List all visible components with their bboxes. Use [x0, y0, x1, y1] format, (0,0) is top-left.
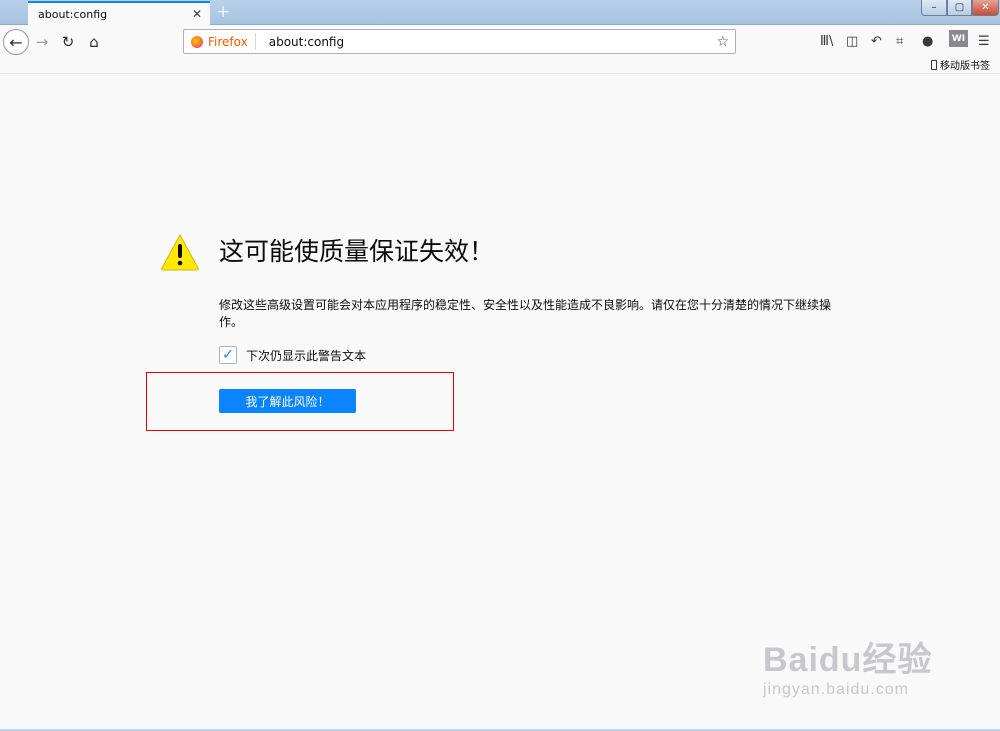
menu-icon[interactable]: ☰: [978, 34, 990, 49]
maximize-icon: ▢: [954, 2, 965, 13]
tab-close-icon[interactable]: ✕: [192, 7, 202, 21]
mobile-bookmarks-label: 移动版书签: [940, 61, 990, 72]
identity-label: Firefox: [208, 34, 248, 49]
chat-icon[interactable]: ●: [922, 34, 933, 49]
firefox-logo-icon: [191, 35, 203, 48]
watermark: Baidu经验 jingyan.baidu.com: [763, 632, 932, 699]
minimize-button[interactable]: –: [921, 0, 947, 16]
library-icon[interactable]: Ⅲ\: [820, 34, 833, 49]
sidebar-icon[interactable]: ◫: [846, 34, 858, 49]
page-title: 这可能使质量保证失效！: [219, 237, 495, 266]
show-warning-checkbox[interactable]: ✓: [219, 346, 237, 364]
watermark-url: jingyan.baidu.com: [763, 681, 909, 698]
toolbar-divider: [0, 73, 1000, 74]
mobile-phone-icon: [931, 59, 937, 70]
home-button[interactable]: ⌂: [84, 31, 104, 53]
minimize-icon: –: [931, 2, 937, 13]
crop-icon[interactable]: ⌗: [896, 34, 903, 49]
tab-title: about:config: [38, 8, 108, 21]
maximize-button[interactable]: ▢: [947, 0, 972, 16]
accept-risk-button[interactable]: 我了解此风险！: [219, 389, 356, 413]
close-icon: ✕: [981, 2, 990, 13]
title-bar: about:config ✕ + – ▢ ✕: [0, 0, 1000, 26]
url-input[interactable]: about:config: [256, 35, 717, 49]
reload-button[interactable]: ↻: [58, 31, 78, 53]
warning-description: 修改这些高级设置可能会对本应用程序的稳定性、安全性以及性能造成不良影响。请仅在您…: [219, 298, 832, 329]
forward-button[interactable]: →: [33, 31, 51, 53]
watermark-brand: Baidu经验: [763, 641, 933, 679]
show-warning-label: 下次仍显示此警告文本: [246, 349, 367, 363]
warning-icon: [161, 233, 199, 271]
bookmark-star-icon[interactable]: ☆: [716, 34, 735, 50]
back-button[interactable]: ←: [3, 29, 29, 55]
new-tab-icon[interactable]: +: [216, 2, 230, 22]
mobile-bookmarks[interactable]: 移动版书签: [931, 57, 990, 72]
identity-box[interactable]: Firefox: [184, 33, 256, 50]
wiki-extension-icon[interactable]: WI: [949, 30, 968, 47]
tab-about-config[interactable]: about:config ✕: [28, 1, 210, 26]
undo-icon[interactable]: ↶: [871, 34, 882, 49]
nav-bar: ← → ↻ ⌂ Firefox about:config ☆ Ⅲ\ ◫ ↶ ⌗ …: [0, 26, 1000, 74]
close-window-button[interactable]: ✕: [972, 0, 999, 16]
url-bar[interactable]: Firefox about:config ☆: [183, 29, 736, 54]
checkmark-icon: ✓: [222, 347, 234, 363]
